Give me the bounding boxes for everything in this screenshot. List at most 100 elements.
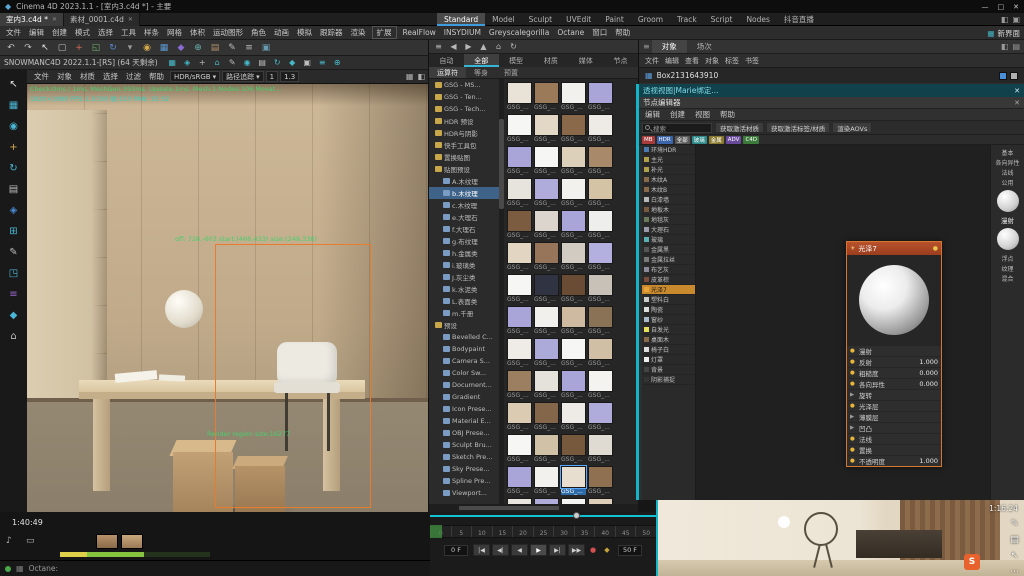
material-list-item[interactable]: 白漆墙 <box>642 195 695 205</box>
material-list-item[interactable]: 椅子白 <box>642 345 695 355</box>
menu-item[interactable]: 样条 <box>140 27 163 38</box>
material-swatch[interactable]: GSG_... <box>534 82 559 111</box>
material-list-item[interactable]: 陶瓷 <box>642 305 695 315</box>
panel-toggle-icon[interactable]: ◧ <box>1001 15 1009 24</box>
material-swatch[interactable]: GSG_... <box>507 306 532 335</box>
mini-render-viewport[interactable]: 1:16:24 ✎▤↖⋯ S <box>656 500 1024 576</box>
material-swatch[interactable]: GSG_... <box>534 146 559 175</box>
node-editor-button[interactable]: 获取激活标签/材质 <box>766 122 830 133</box>
close-icon[interactable]: ✕ <box>1014 99 1020 107</box>
port-icon[interactable]: ▶ <box>850 392 859 398</box>
node-editor-button[interactable]: 渲染AOVs <box>832 122 872 133</box>
layout-tab[interactable]: Model <box>485 13 522 26</box>
material-swatch[interactable]: GSG_... <box>588 274 613 303</box>
material-swatch[interactable]: GSG_... <box>507 370 532 399</box>
redo-icon[interactable]: ↷ <box>20 41 36 55</box>
layout-tab[interactable]: Script <box>704 13 740 26</box>
panel-menu-icon[interactable]: ≡ <box>643 42 650 51</box>
cursor-icon[interactable]: ↖ <box>1008 550 1021 562</box>
attribute-tab[interactable]: 各向异性 <box>995 157 1019 167</box>
plugin-pen-icon[interactable]: ✎ <box>226 57 239 69</box>
material-swatch[interactable]: GSG_... <box>534 466 559 495</box>
material-swatch[interactable]: GSG_... <box>534 306 559 335</box>
layout-tab[interactable]: Groom <box>631 13 670 26</box>
browser-sub-tab[interactable]: 等身 <box>466 67 496 78</box>
tree-item[interactable]: Camera S... <box>429 355 499 367</box>
plugin-menu-icon[interactable]: ≡ <box>316 57 329 69</box>
deformer-icon[interactable]: ▤ <box>207 41 223 55</box>
browser-view-tab[interactable]: 材质 <box>533 54 568 67</box>
tab-close-icon[interactable]: ✕ <box>52 16 57 23</box>
tree-item[interactable]: c.木纹理 <box>429 199 499 211</box>
material-swatch[interactable]: GSG_... <box>588 146 613 175</box>
menu-item[interactable]: Octane <box>553 28 588 37</box>
goto-start-button[interactable]: |◀ <box>473 544 490 556</box>
tree-item[interactable]: Document... <box>429 379 499 391</box>
attribute-tab[interactable]: 公用 <box>1001 177 1013 187</box>
material-swatch[interactable]: GSG_... <box>561 274 586 303</box>
playhead-marker[interactable] <box>430 525 442 538</box>
record-icon[interactable]: ● <box>587 546 599 554</box>
tree-item[interactable]: GSG - Tech... <box>429 103 499 115</box>
tree-item[interactable]: b.木纹理 <box>429 187 499 199</box>
material-swatch[interactable]: GSG_... <box>534 274 559 303</box>
plugin-home-icon[interactable]: ⌂ <box>211 57 224 69</box>
object-menu-item[interactable]: 对象 <box>705 56 719 66</box>
material-list-item[interactable]: 阴影捕捉 <box>642 375 695 385</box>
menu-item[interactable]: 创建 <box>48 27 71 38</box>
object-row[interactable]: ▦ Box2131643910 <box>639 68 1024 83</box>
node-property-row[interactable]: ●漫射 <box>847 345 941 356</box>
tree-item[interactable]: L.表面类 <box>429 295 499 307</box>
end-frame-field[interactable]: 50 F <box>618 545 642 556</box>
play-button[interactable]: ▶ <box>530 544 547 556</box>
material-list-item[interactable]: 金属拉丝 <box>642 255 695 265</box>
browser-sub-tab[interactable]: 预置 <box>496 67 526 78</box>
dock-target-icon[interactable]: ◉ <box>4 118 23 135</box>
material-swatch[interactable]: GSG_... <box>507 114 532 143</box>
manager-tab[interactable]: 场次 <box>687 40 722 53</box>
menu-item[interactable]: RealFlow <box>399 28 440 37</box>
dock-menu-icon[interactable]: ≡ <box>4 286 23 303</box>
attribute-tab[interactable]: 基本 <box>1001 147 1013 157</box>
viewport-menu-item[interactable]: 帮助 <box>145 71 168 82</box>
material-swatch[interactable]: GSG_... <box>561 338 586 367</box>
material-swatch[interactable]: GSG_... <box>588 242 613 271</box>
material-list-item[interactable]: 灯罩 <box>642 355 695 365</box>
layout-tab[interactable]: Sculpt <box>522 13 559 26</box>
port-icon[interactable]: ● <box>850 359 859 365</box>
material-swatch[interactable]: GSG_... <box>507 146 532 175</box>
tree-item[interactable]: GSG - Ten... <box>429 91 499 103</box>
filter-chip[interactable]: 全部 <box>675 136 690 144</box>
display-icon[interactable]: ▭ <box>26 536 35 546</box>
browser-menu-icon[interactable]: ≡ <box>432 42 445 51</box>
viewport-grid-icon[interactable]: ▦ <box>406 72 414 81</box>
viewport-menu-item[interactable]: 过滤 <box>122 71 145 82</box>
material-swatch[interactable]: GSG_... <box>534 402 559 431</box>
material-thumb[interactable] <box>96 534 118 549</box>
tree-item[interactable]: 预设 <box>429 319 499 331</box>
tree-item[interactable]: Sky Prese... <box>429 463 499 475</box>
node-property-row[interactable]: ●不透明度1.000 <box>847 455 941 466</box>
material-list-item[interactable]: 光泽7 <box>642 285 695 295</box>
plugin-diamond-icon[interactable]: ◈ <box>181 57 194 69</box>
material-swatch[interactable]: GSG_... <box>588 434 613 463</box>
tree-item[interactable]: 置换贴图 <box>429 151 499 163</box>
render-viewport[interactable]: Check:0ms / 1ms. MeshGen:393ms. Update:1… <box>27 84 428 512</box>
filter-chip[interactable]: 金属 <box>709 136 724 144</box>
goto-end-button[interactable]: ▶▶ <box>568 544 585 556</box>
filter-chip[interactable]: C4D <box>743 136 759 144</box>
tree-item[interactable]: m.千册 <box>429 307 499 319</box>
material-swatch[interactable]: GSG_... <box>561 146 586 175</box>
node-property-row[interactable]: ▶凹凸 <box>847 422 941 433</box>
material-list-item[interactable]: 大理石 <box>642 225 695 235</box>
menu-item[interactable]: 模式 <box>71 27 94 38</box>
material-list-item[interactable]: 玻璃 <box>642 235 695 245</box>
material-swatch[interactable]: GSG_... <box>534 114 559 143</box>
document-tab[interactable]: 室内3.c4d *✕ <box>0 13 64 26</box>
material-list-item[interactable]: 窗纱 <box>642 315 695 325</box>
menu-item[interactable]: 角色 <box>247 27 270 38</box>
dock-refresh-icon[interactable]: ↻ <box>4 160 23 177</box>
material-list-item[interactable]: 地板木 <box>642 205 695 215</box>
material-list-item[interactable]: 金属黑 <box>642 245 695 255</box>
material-swatch[interactable]: GSG_... <box>534 178 559 207</box>
